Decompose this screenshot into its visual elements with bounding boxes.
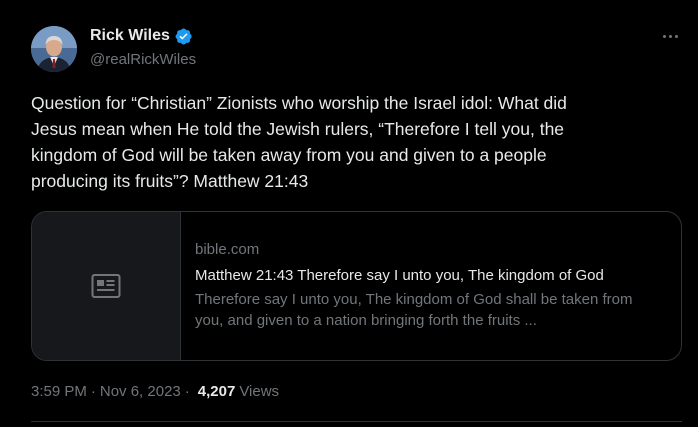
card-thumbnail [32, 212, 181, 360]
meta-separator-2: · [184, 383, 190, 400]
link-card[interactable]: bible.com Matthew 21:43 Therefore say I … [31, 211, 682, 361]
card-title: Matthew 21:43 Therefore say I unto you, … [195, 267, 604, 284]
news-article-icon [91, 274, 121, 298]
author-handle[interactable]: @realRickWiles [90, 51, 196, 68]
author-display-name[interactable]: Rick Wiles [90, 27, 170, 45]
verified-badge-icon[interactable] [174, 27, 193, 46]
meta-separator: · [90, 383, 96, 400]
avatar[interactable] [31, 26, 77, 72]
tweet: Rick Wiles @realRickWiles Question for “… [0, 0, 698, 427]
card-body: bible.com Matthew 21:43 Therefore say I … [181, 212, 681, 360]
card-domain: bible.com [195, 241, 260, 258]
views-count[interactable]: 4,207 [198, 383, 236, 400]
views-label: Views [239, 383, 280, 400]
tweet-meta: 3:59 PM · Nov 6, 2023 · 4,207 Views [31, 383, 279, 400]
author-name-row: Rick Wiles [90, 26, 193, 46]
more-horizontal-icon[interactable] [660, 28, 680, 44]
divider [31, 421, 682, 422]
tweet-date[interactable]: Nov 6, 2023 [100, 383, 181, 400]
card-description: Therefore say I unto you, The kingdom of… [195, 291, 633, 329]
tweet-time[interactable]: 3:59 PM [31, 383, 87, 400]
tweet-text: Question for “Christian” Zionists who wo… [31, 93, 567, 191]
